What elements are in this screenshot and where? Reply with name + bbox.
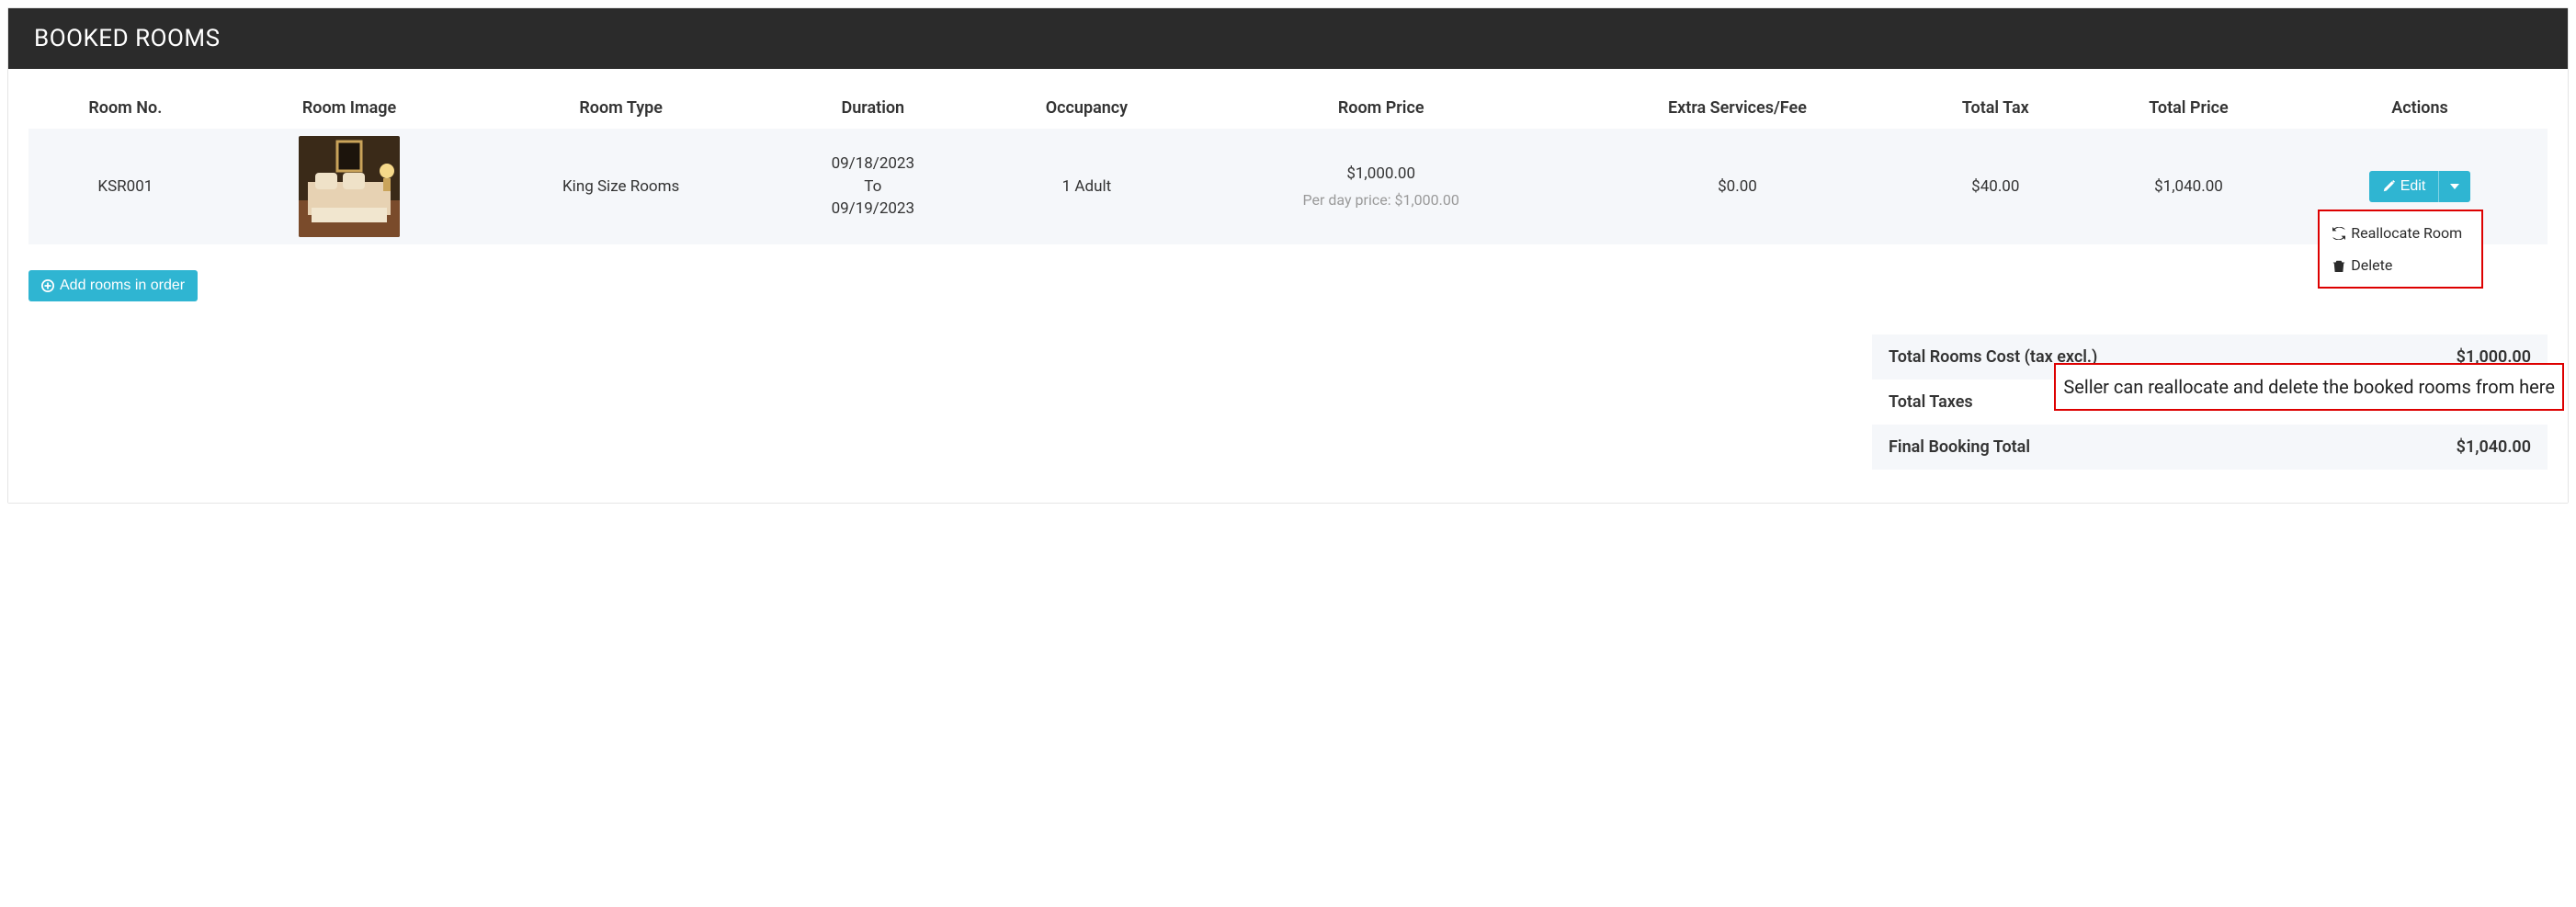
edit-action-group: Edit Reallocate Room xyxy=(2369,171,2471,202)
room-price-per-day: Per day price: $1,000.00 xyxy=(1200,189,1561,210)
col-room-no: Room No. xyxy=(28,87,222,129)
booked-rooms-table: Room No. Room Image Room Type Duration O… xyxy=(28,87,2548,244)
refresh-icon xyxy=(2332,227,2345,240)
cell-room-image xyxy=(222,129,477,244)
edit-button-label: Edit xyxy=(2400,178,2426,195)
col-room-type: Room Type xyxy=(476,87,766,129)
add-rooms-row: Add rooms in order xyxy=(28,270,2548,301)
cell-duration: 09/18/2023 To 09/19/2023 xyxy=(766,129,981,244)
edit-dropdown-menu: Reallocate Room Delete xyxy=(2318,210,2483,289)
table-header-row: Room No. Room Image Room Type Duration O… xyxy=(28,87,2548,129)
booked-rooms-panel: BOOKED ROOMS Room No. Room Image Room Ty… xyxy=(7,7,2569,504)
cell-room-no: KSR001 xyxy=(28,129,222,244)
reallocate-room-item[interactable]: Reallocate Room xyxy=(2320,217,2481,249)
col-duration: Duration xyxy=(766,87,981,129)
room-thumb-image xyxy=(299,136,400,237)
totals-taxes-label: Total Taxes xyxy=(1889,392,1973,412)
plus-circle-icon xyxy=(41,279,54,292)
col-extra: Extra Services/Fee xyxy=(1569,87,1905,129)
add-rooms-label: Add rooms in order xyxy=(60,278,185,294)
duration-sep: To xyxy=(864,177,881,196)
cell-extra: $0.00 xyxy=(1569,129,1905,244)
col-total-price: Total Price xyxy=(2085,87,2292,129)
col-actions: Actions xyxy=(2292,87,2548,129)
pencil-icon xyxy=(2382,180,2395,193)
cell-occupancy: 1 Adult xyxy=(981,129,1193,244)
totals-final-row: Final Booking Total $1,040.00 xyxy=(1872,425,2548,470)
duration-to: 09/19/2023 xyxy=(832,199,914,218)
table-row: KSR001 xyxy=(28,129,2548,244)
col-room-image: Room Image xyxy=(222,87,477,129)
delete-item[interactable]: Delete xyxy=(2320,249,2481,281)
totals-final-value: $1,040.00 xyxy=(2457,437,2531,457)
cell-total-price: $1,040.00 xyxy=(2085,129,2292,244)
col-room-price: Room Price xyxy=(1193,87,1569,129)
caret-down-icon xyxy=(2450,184,2459,189)
cell-room-type: King Size Rooms xyxy=(476,129,766,244)
cell-actions: Edit Reallocate Room xyxy=(2292,129,2548,244)
trash-icon xyxy=(2332,259,2345,272)
annotation-callout: Seller can reallocate and delete the boo… xyxy=(2054,363,2564,411)
add-rooms-button[interactable]: Add rooms in order xyxy=(28,270,198,301)
duration-from: 09/18/2023 xyxy=(832,154,914,173)
edit-dropdown-toggle[interactable] xyxy=(2438,171,2470,202)
reallocate-room-label: Reallocate Room xyxy=(2351,222,2462,244)
col-total-tax: Total Tax xyxy=(1906,87,2085,129)
col-occupancy: Occupancy xyxy=(981,87,1193,129)
edit-button[interactable]: Edit xyxy=(2369,171,2439,202)
delete-label: Delete xyxy=(2351,255,2392,276)
room-price-value: $1,000.00 xyxy=(1346,164,1415,183)
totals-final-label: Final Booking Total xyxy=(1889,437,2030,457)
cell-total-tax: $40.00 xyxy=(1906,129,2085,244)
cell-room-price: $1,000.00 Per day price: $1,000.00 xyxy=(1193,129,1569,244)
panel-title: BOOKED ROOMS xyxy=(8,8,2568,69)
panel-body: Room No. Room Image Room Type Duration O… xyxy=(8,69,2568,503)
